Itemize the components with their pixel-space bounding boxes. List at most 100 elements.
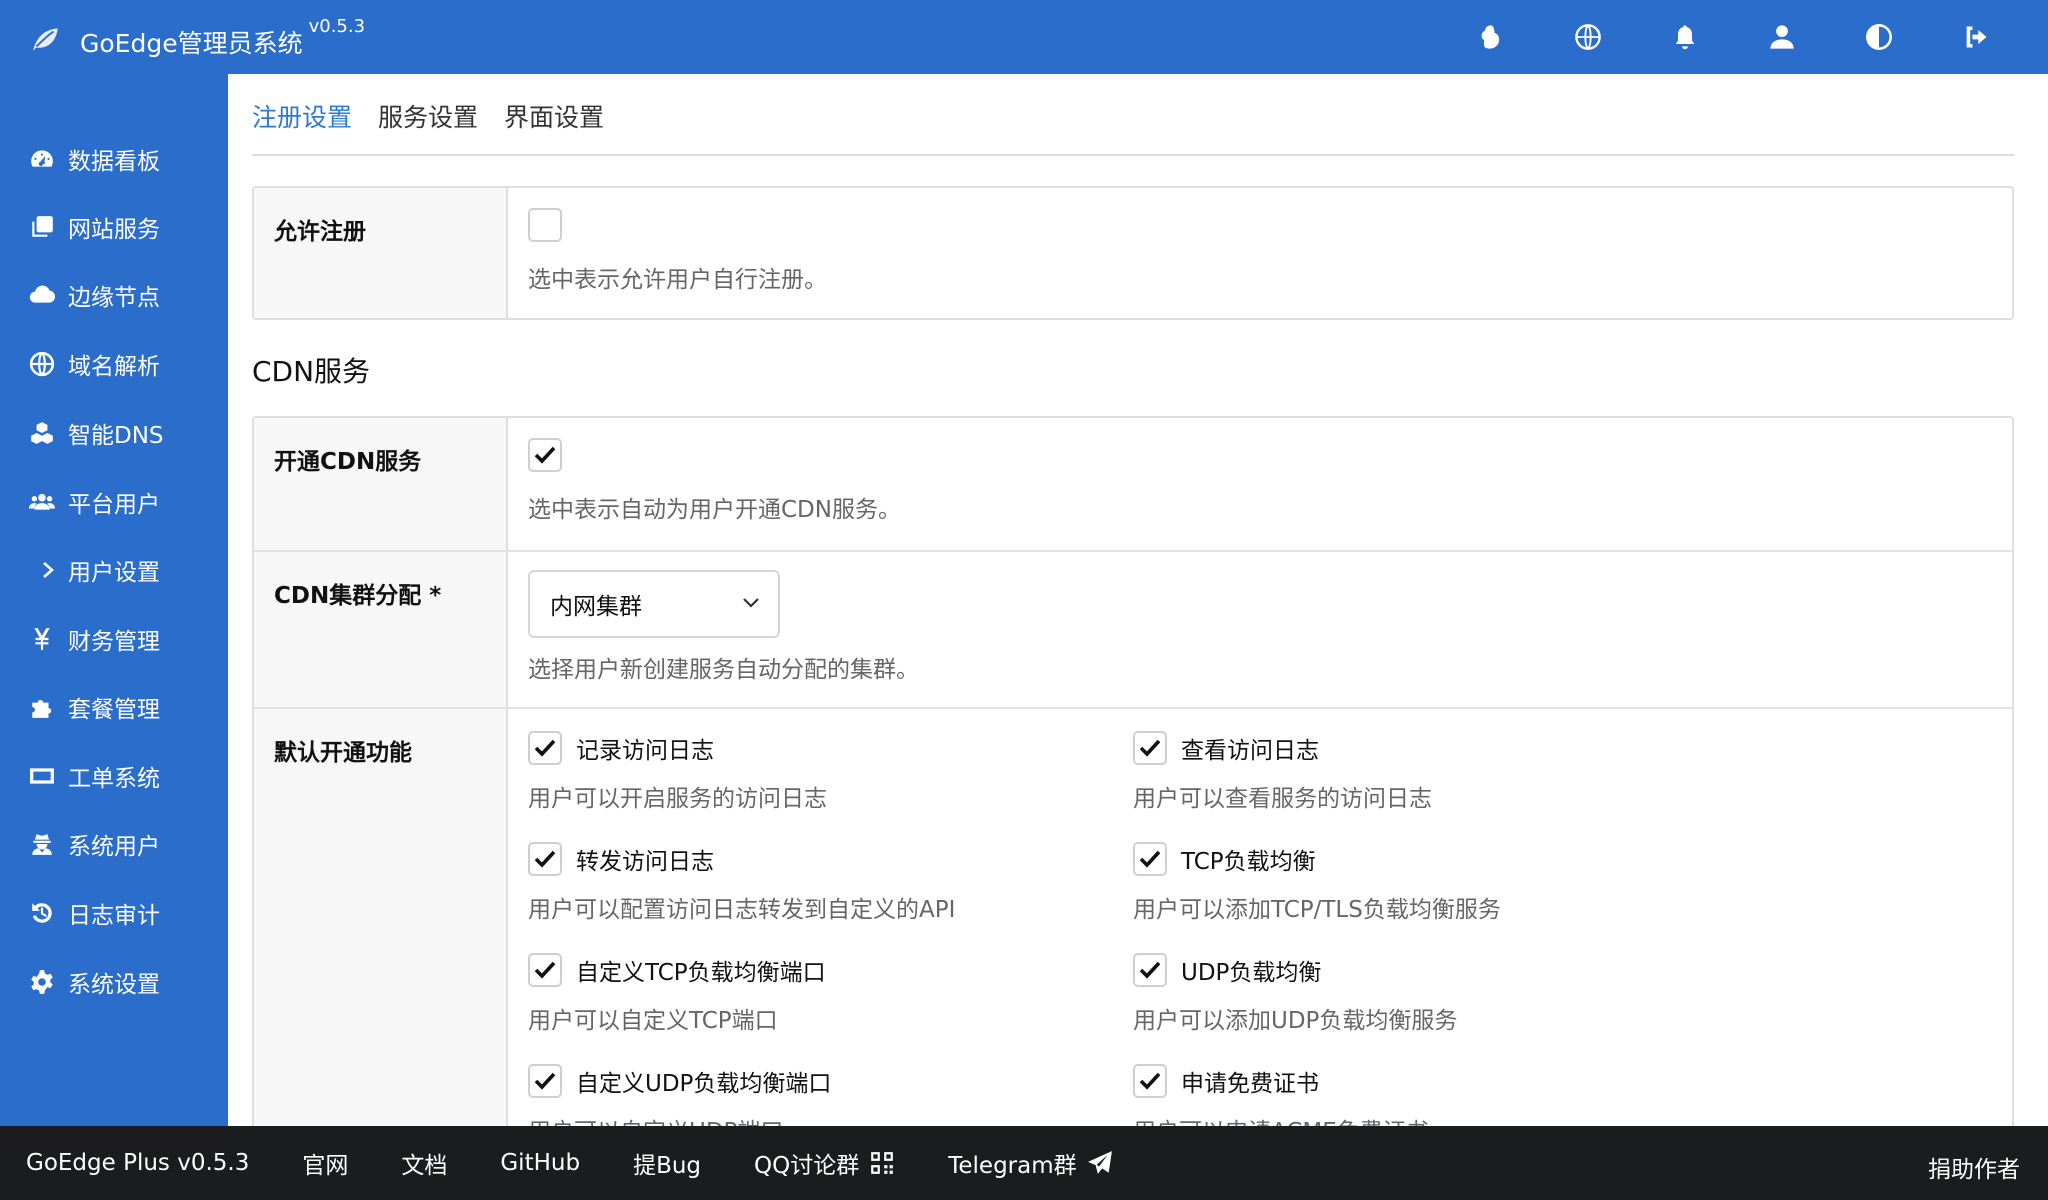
- enable-cdn-checkbox[interactable]: [528, 438, 562, 472]
- cloud-button[interactable]: [1442, 0, 1539, 74]
- logout-button[interactable]: [1927, 0, 2024, 74]
- bell-icon: [1675, 25, 1694, 50]
- tabs-divider: [252, 154, 2014, 156]
- feature-item: 自定义UDP负载均衡端口 用户可以自定义UDP端口: [528, 1064, 1128, 1126]
- allow-register-row: 允许注册 选中表示允许用户自行注册。: [254, 188, 2012, 318]
- cdn-cluster-row: CDN集群分配 * 内网集群 选择用户新创建服务自动分配的集群。: [254, 550, 2012, 707]
- ticket-icon: [30, 768, 54, 784]
- enable-cdn-label: 开通CDN服务: [254, 418, 508, 550]
- sidebar-item-websites[interactable]: 网站服务: [0, 202, 228, 252]
- checkmark-icon: [534, 446, 556, 464]
- feature-name: 申请免费证书: [1181, 1071, 1319, 1097]
- enable-cdn-row: 开通CDN服务 选中表示自动为用户开通CDN服务。: [254, 418, 2012, 550]
- feature-desc: 用户可以添加TCP/TLS负载均衡服务: [1133, 897, 1501, 923]
- tab-ui-settings[interactable]: 界面设置: [504, 98, 604, 146]
- sidebar-item-user-settings[interactable]: 用户设置: [0, 545, 228, 595]
- footer-official-site-link[interactable]: 官网: [302, 1146, 348, 1180]
- feature-item: TCP负载均衡 用户可以添加TCP/TLS负载均衡服务: [1133, 842, 1733, 924]
- sidebar-item-audit-log[interactable]: 日志审计: [0, 888, 228, 938]
- feature-checkbox[interactable]: [528, 731, 562, 765]
- feature-checkbox[interactable]: [1133, 953, 1167, 987]
- sidebar-item-label: 边缘节点: [68, 285, 160, 311]
- sidebar-item-label: 用户设置: [68, 560, 160, 586]
- tab-register-settings[interactable]: 注册设置: [252, 98, 352, 146]
- feature-item: 查看访问日志 用户可以查看服务的访问日志: [1133, 731, 1733, 813]
- history-icon: [32, 903, 52, 923]
- feature-item: 自定义TCP负载均衡端口 用户可以自定义TCP端口: [528, 953, 1128, 1035]
- app-title: GoEdge管理员系统: [80, 29, 303, 58]
- footer-github-link[interactable]: GitHub: [500, 1150, 580, 1176]
- sidebar-item-finance[interactable]: 财务管理: [0, 614, 228, 664]
- sidebar-item-platform-users[interactable]: 平台用户: [0, 477, 228, 527]
- feature-checkbox[interactable]: [528, 1064, 562, 1098]
- checkmark-icon: [1139, 739, 1161, 757]
- sidebar-item-plans[interactable]: 套餐管理: [0, 682, 228, 732]
- cloud-icon: [29, 285, 55, 303]
- globe-icon: [1574, 24, 1601, 50]
- sidebar-item-dns[interactable]: 域名解析: [0, 339, 228, 389]
- feature-desc: 用户可以开启服务的访问日志: [528, 786, 827, 812]
- feature-desc: 用户可以添加UDP负载均衡服务: [1133, 1008, 1458, 1034]
- profile-button[interactable]: [1733, 0, 1830, 74]
- cdn-section-title: CDN服务: [252, 355, 371, 388]
- sidebar-item-smart-dns[interactable]: 智能DNS: [0, 408, 228, 458]
- sidebar-item-label: 域名解析: [68, 354, 160, 380]
- sidebar-item-tickets[interactable]: 工单系统: [0, 751, 228, 801]
- user-icon: [1769, 25, 1794, 49]
- clone-icon: [32, 216, 53, 237]
- paper-plane-icon: [1087, 1151, 1112, 1174]
- settings-tabs: 注册设置 服务设置 界面设置: [252, 98, 630, 146]
- sidebar-item-edge-nodes[interactable]: 边缘节点: [0, 270, 228, 320]
- globe-button[interactable]: [1539, 0, 1636, 74]
- feature-name: TCP负载均衡: [1181, 849, 1316, 875]
- theme-toggle-button[interactable]: [1830, 0, 1927, 74]
- allow-register-checkbox[interactable]: [528, 208, 562, 242]
- checkmark-icon: [1139, 1072, 1161, 1090]
- sidebar-item-label: 套餐管理: [68, 697, 160, 723]
- sidebar-item-dashboard[interactable]: 数据看板: [0, 134, 228, 184]
- sidebar-item-system-users[interactable]: 系统用户: [0, 819, 228, 869]
- feature-checkbox[interactable]: [528, 842, 562, 876]
- leaf-logo-icon: [31, 26, 60, 56]
- feature-checkbox[interactable]: [528, 953, 562, 987]
- footer-qq-group-label: QQ讨论群: [754, 1153, 860, 1179]
- footer-qq-group-link[interactable]: QQ讨论群: [754, 1146, 895, 1180]
- feature-desc: 用户可以查看服务的访问日志: [1133, 786, 1432, 812]
- footer-version-link[interactable]: GoEdge Plus v0.5.3: [26, 1150, 249, 1176]
- footer-docs-link[interactable]: 文档: [401, 1146, 447, 1180]
- logout-icon: [1966, 26, 1986, 48]
- feature-name: 记录访问日志: [576, 738, 714, 764]
- yen-icon: [34, 628, 50, 650]
- feature-checkbox[interactable]: [1133, 1064, 1167, 1098]
- qrcode-icon: [871, 1152, 894, 1174]
- sidebar-item-label: 财务管理: [68, 629, 160, 655]
- feature-name: UDP负载均衡: [1181, 960, 1322, 986]
- feature-name: 自定义TCP负载均衡端口: [576, 960, 826, 986]
- footer-donate-link[interactable]: 捐助作者: [1928, 1150, 2020, 1184]
- chevron-down-icon: [743, 598, 759, 608]
- footer-telegram-link[interactable]: Telegram群: [948, 1146, 1112, 1180]
- feature-checkbox[interactable]: [1133, 731, 1167, 765]
- footer-bug-link[interactable]: 提Bug: [633, 1146, 701, 1180]
- app-version: v0.5.3: [308, 16, 366, 37]
- notifications-button[interactable]: [1636, 0, 1733, 74]
- sidebar-item-label: 平台用户: [68, 492, 160, 518]
- allow-register-desc: 选中表示允许用户自行注册。: [528, 267, 827, 293]
- brand[interactable]: GoEdge管理员系统 v0.5.3: [28, 16, 365, 60]
- cdn-cluster-select[interactable]: 内网集群: [528, 570, 780, 638]
- cdn-cluster-desc: 选择用户新创建服务自动分配的集群。: [528, 657, 919, 683]
- sidebar-item-system-settings[interactable]: 系统设置: [0, 957, 228, 1007]
- tab-service-settings[interactable]: 服务设置: [378, 98, 478, 146]
- feature-name: 查看访问日志: [1181, 738, 1319, 764]
- feature-checkbox[interactable]: [1133, 842, 1167, 876]
- features-grid: 记录访问日志 用户可以开启服务的访问日志 查看访问日志 用户可以查看服务的访问日…: [528, 731, 2012, 1126]
- feature-item: 转发访问日志 用户可以配置访问日志转发到自定义的API: [528, 842, 1128, 924]
- feature-desc: 用户可以自定义UDP端口: [528, 1112, 1128, 1126]
- sidebar-item-label: 网站服务: [68, 217, 160, 243]
- feature-name: 转发访问日志: [576, 849, 714, 875]
- cdn-cluster-selected: 内网集群: [550, 594, 642, 620]
- checkmark-icon: [1139, 961, 1161, 979]
- feature-desc: 用户可以自定义TCP端口: [528, 1008, 778, 1034]
- checkmark-icon: [534, 961, 556, 979]
- feature-desc: 用户可以申请ACME免费证书: [1133, 1112, 1733, 1126]
